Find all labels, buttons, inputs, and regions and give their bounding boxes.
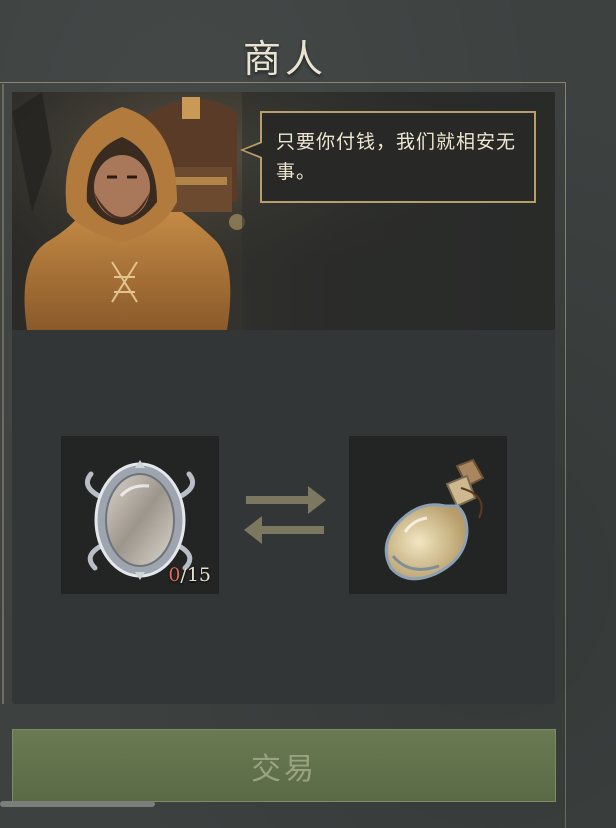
page-title: 商人 xyxy=(242,37,327,81)
merchant-speech-bubble: 只要你付钱，我们就相安无事。 xyxy=(240,111,536,203)
trade-button-label: 交易 xyxy=(251,751,317,787)
item-count: 0/15 xyxy=(168,564,211,586)
give-item-slot[interactable]: 0/15 xyxy=(61,436,219,594)
potion-bottle-icon xyxy=(384,458,485,581)
scroll-indicator xyxy=(0,801,155,807)
merchant-speech-text: 只要你付钱，我们就相安无事。 xyxy=(276,131,517,183)
frame-right-border xyxy=(565,82,566,828)
frame-left-border xyxy=(2,84,4,704)
item-count-current: 0 xyxy=(168,564,181,586)
trade-button[interactable]: 交易 xyxy=(12,729,556,802)
frame-top-border xyxy=(0,82,566,83)
exchange-arrows-icon xyxy=(244,486,326,544)
item-count-required: /15 xyxy=(180,564,211,586)
receive-item-slot[interactable] xyxy=(349,436,507,594)
